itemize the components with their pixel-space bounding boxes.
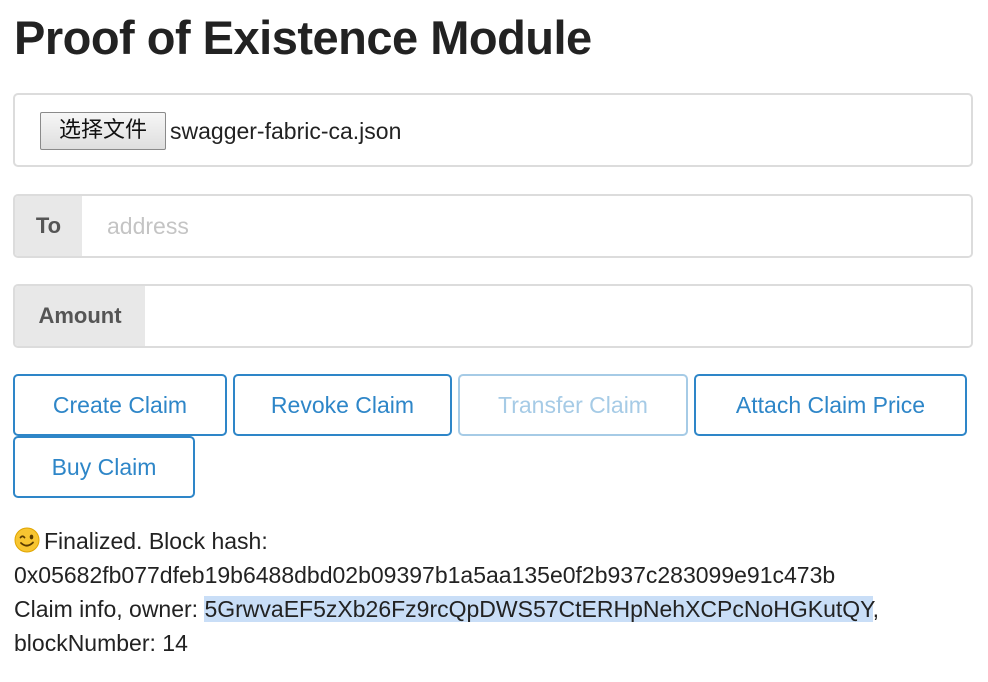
selected-file-name: swagger-fabric-ca.json: [170, 118, 402, 144]
revoke-claim-button[interactable]: Revoke Claim: [233, 374, 452, 436]
proof-of-existence-page: Proof of Existence Module 选择文件 swagger-f…: [0, 0, 988, 682]
block-hash: 0x05682fb077dfeb19b6488dbd02b09397b1a5aa…: [14, 562, 836, 588]
amount-label: Amount: [15, 286, 145, 346]
attach-claim-price-button[interactable]: Attach Claim Price: [694, 374, 967, 436]
amount-input[interactable]: [145, 286, 971, 346]
transaction-status: Finalized. Block hash: 0x05682fb077dfeb1…: [14, 524, 974, 660]
to-address-field: To: [13, 194, 973, 258]
winking-face-icon: [14, 527, 40, 553]
file-input-box: 选择文件 swagger-fabric-ca.json: [13, 93, 973, 167]
create-claim-button[interactable]: Create Claim: [13, 374, 227, 436]
page-title: Proof of Existence Module: [14, 11, 592, 64]
owner-address: 5GrwvaEF5zXb26Fz9rcQpDWS57CtERHpNehXCPcN…: [204, 596, 873, 622]
amount-field: Amount: [13, 284, 973, 348]
claim-info-prefix: Claim info, owner:: [14, 596, 199, 622]
to-label: To: [15, 196, 82, 256]
claim-info-separator: ,: [872, 596, 879, 622]
block-number: blockNumber: 14: [14, 630, 188, 656]
choose-file-button[interactable]: 选择文件: [40, 112, 166, 150]
status-line-claim-info: Claim info, owner: 5GrwvaEF5zXb26Fz9rcQp…: [14, 592, 974, 626]
to-address-input[interactable]: [82, 196, 971, 256]
status-line-finalized: Finalized. Block hash:: [14, 524, 974, 558]
finalized-text: Finalized. Block hash:: [44, 528, 268, 554]
buy-claim-button[interactable]: Buy Claim: [13, 436, 195, 498]
transfer-claim-button[interactable]: Transfer Claim: [458, 374, 688, 436]
